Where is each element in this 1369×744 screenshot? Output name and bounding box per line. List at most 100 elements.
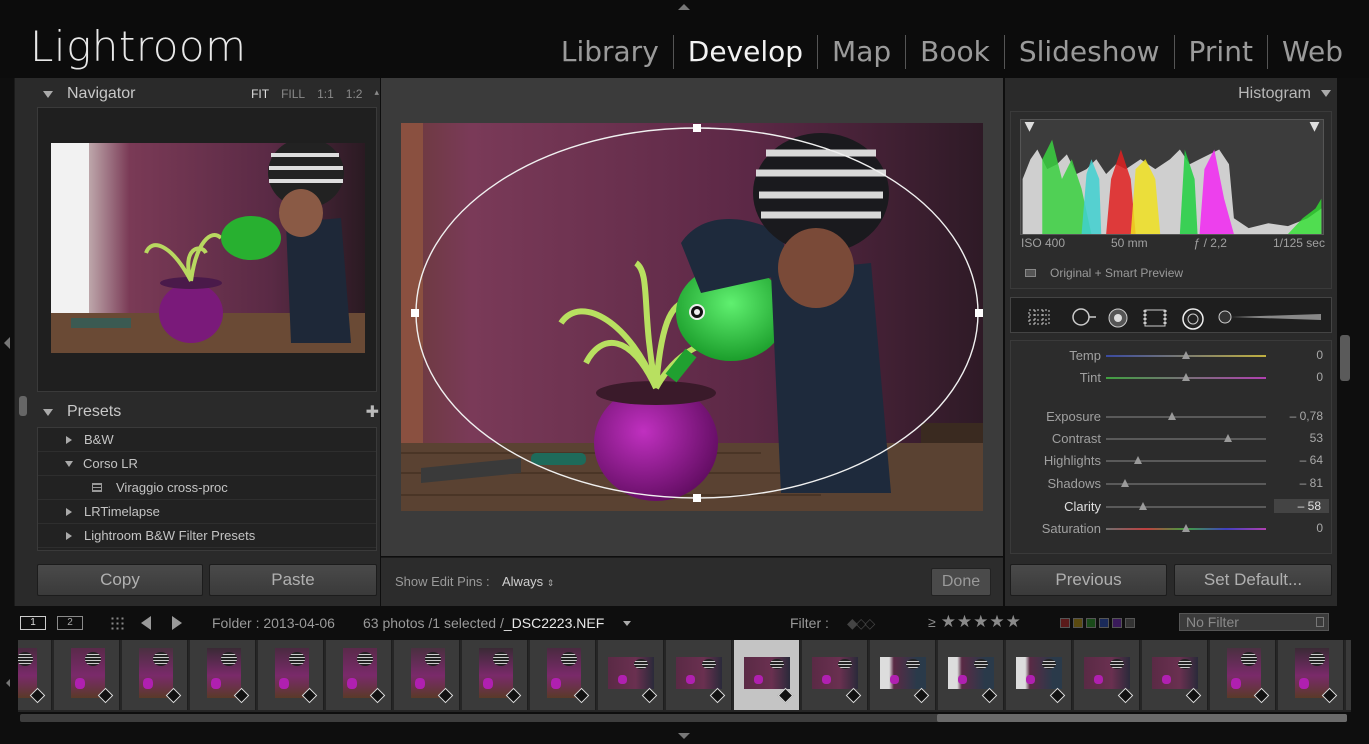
preset-folder-corso-lr[interactable]: Corso LR: [38, 452, 376, 476]
slider-handle[interactable]: [1121, 479, 1130, 487]
adjustment-brush-icon[interactable]: [1217, 308, 1323, 326]
filmstrip-thumbnail[interactable]: [18, 640, 52, 710]
slider-track[interactable]: [1106, 373, 1266, 381]
no-label-icon[interactable]: [1125, 618, 1135, 628]
slider-value[interactable]: 0: [1316, 370, 1323, 384]
graduated-filter-icon[interactable]: [1142, 308, 1168, 328]
slider-handle[interactable]: [1134, 456, 1142, 464]
filmstrip-thumbnail[interactable]: [190, 640, 256, 710]
preset-folder-bw-filter[interactable]: Lightroom B&W Filter Presets: [38, 524, 376, 548]
slider-temp[interactable]: Temp 0: [1011, 346, 1331, 366]
set-default-button[interactable]: Set Default...: [1174, 564, 1332, 596]
red-eye-icon[interactable]: [1107, 308, 1129, 328]
zoom-1-2[interactable]: 1:2: [346, 87, 363, 101]
slider-track[interactable]: [1106, 351, 1266, 359]
histogram-graph[interactable]: [1020, 119, 1324, 235]
color-label-filter[interactable]: [1060, 618, 1135, 628]
filmstrip-thumbnail[interactable]: [598, 640, 664, 710]
filter-preset-select[interactable]: No Filter: [1179, 613, 1329, 631]
module-book[interactable]: Book: [905, 35, 1004, 69]
preset-folder-lrtimelapse[interactable]: LRTimelapse: [38, 500, 376, 524]
red-label-icon[interactable]: [1060, 618, 1070, 628]
preview-status[interactable]: Original + Smart Preview: [1025, 266, 1183, 280]
show-edit-pins-select[interactable]: Always ⇕: [502, 574, 554, 589]
previous-button[interactable]: Previous: [1010, 564, 1167, 596]
blue-label-icon[interactable]: [1099, 618, 1109, 628]
filmstrip-thumbnail[interactable]: [1210, 640, 1276, 710]
slider-value[interactable]: 0: [1316, 521, 1323, 535]
slider-value[interactable]: – 81: [1300, 476, 1323, 490]
zoom-more-icon[interactable]: ▴: [374, 87, 379, 101]
preset-viraggio-cross-proc[interactable]: Viraggio cross-proc: [38, 476, 376, 500]
filmstrip-thumbnail[interactable]: [938, 640, 1004, 710]
filmstrip-thumbnail[interactable]: [1346, 640, 1351, 710]
filmstrip-thumbnail[interactable]: [462, 640, 528, 710]
slider-value[interactable]: – 64: [1300, 453, 1323, 467]
top-panel-toggle-icon[interactable]: [678, 4, 690, 10]
main-window-button[interactable]: 1: [20, 616, 46, 630]
copy-button[interactable]: Copy: [37, 564, 203, 596]
slider-handle[interactable]: [1167, 412, 1176, 420]
plus-icon[interactable]: ✚: [366, 402, 379, 422]
slider-handle[interactable]: [1223, 434, 1232, 442]
navigator-thumbnail[interactable]: [51, 143, 365, 353]
zoom-1-1[interactable]: 1:1: [317, 87, 334, 101]
slider-track[interactable]: [1106, 524, 1266, 532]
module-library[interactable]: Library: [547, 35, 673, 69]
slider-track[interactable]: [1106, 456, 1266, 464]
navigator-header[interactable]: Navigator FIT FILL 1:1 1:2 ▴: [43, 80, 379, 108]
yellow-label-icon[interactable]: [1073, 618, 1083, 628]
slider-handle[interactable]: [1182, 351, 1190, 359]
filmstrip-thumbnail[interactable]: [394, 640, 460, 710]
spot-removal-icon[interactable]: [1069, 308, 1097, 326]
slider-track[interactable]: [1106, 412, 1266, 420]
presets-header[interactable]: Presets ✚: [43, 398, 379, 426]
slider-track[interactable]: [1106, 434, 1266, 442]
green-label-icon[interactable]: [1086, 618, 1096, 628]
filmstrip-thumbnail[interactable]: [666, 640, 732, 710]
purple-label-icon[interactable]: [1112, 618, 1122, 628]
slider-clarity[interactable]: Clarity – 58: [1011, 497, 1331, 517]
left-panel-scrollbar[interactable]: [19, 396, 27, 416]
slider-value[interactable]: 0: [1316, 348, 1323, 362]
done-button[interactable]: Done: [931, 568, 991, 596]
filmstrip-scroll-thumb[interactable]: [937, 714, 1347, 722]
filmstrip-thumbnail[interactable]: [1074, 640, 1140, 710]
zoom-fit[interactable]: FIT: [251, 87, 269, 101]
filmstrip-thumbnail[interactable]: [802, 640, 868, 710]
slider-saturation[interactable]: Saturation 0: [1011, 519, 1331, 539]
slider-handle[interactable]: [1182, 524, 1190, 532]
filmstrip-thumbnail[interactable]: [1278, 640, 1344, 710]
forward-arrow-icon[interactable]: [172, 616, 182, 630]
filmstrip-thumbnail[interactable]: [326, 640, 392, 710]
module-slideshow[interactable]: Slideshow: [1003, 35, 1174, 69]
crop-overlay-icon[interactable]: [1027, 308, 1051, 326]
rating-filter[interactable]: ≥ ★★★★★: [928, 612, 1022, 632]
bottom-panel-toggle-icon[interactable]: [678, 733, 690, 739]
filmstrip-thumbnail[interactable]: [122, 640, 188, 710]
zoom-fill[interactable]: FILL: [281, 87, 305, 101]
slider-handle[interactable]: [1182, 373, 1190, 381]
paste-button[interactable]: Paste: [209, 564, 377, 596]
photo-count[interactable]: 63 photos /1 selected /_DSC2223.NEF: [363, 615, 604, 631]
slider-track[interactable]: [1106, 502, 1266, 510]
filmstrip-thumbnail[interactable]: [1142, 640, 1208, 710]
slider-tint[interactable]: Tint 0: [1011, 368, 1331, 388]
navigator-preview[interactable]: [37, 107, 377, 392]
secondary-window-button[interactable]: 2: [57, 616, 83, 630]
histogram-header[interactable]: Histogram: [1005, 85, 1331, 103]
flag-filter-icon[interactable]: ◆◇◇: [847, 615, 875, 632]
filmstrip-thumbnail[interactable]: [258, 640, 324, 710]
slider-shadows[interactable]: Shadows – 81: [1011, 474, 1331, 494]
module-develop[interactable]: Develop: [672, 35, 817, 69]
module-web[interactable]: Web: [1266, 35, 1357, 69]
left-panel-toggle-icon[interactable]: [4, 337, 10, 349]
slider-value[interactable]: 53: [1310, 431, 1323, 445]
chevron-down-icon[interactable]: [623, 621, 631, 626]
preset-folder-bw[interactable]: B&W: [38, 428, 376, 452]
folder-label[interactable]: Folder : 2013-04-06: [212, 615, 335, 631]
slider-handle[interactable]: [1138, 502, 1147, 510]
slider-value[interactable]: – 0,78: [1290, 409, 1323, 423]
slider-contrast[interactable]: Contrast 53: [1011, 429, 1331, 449]
filmstrip-thumbnail[interactable]: [870, 640, 936, 710]
